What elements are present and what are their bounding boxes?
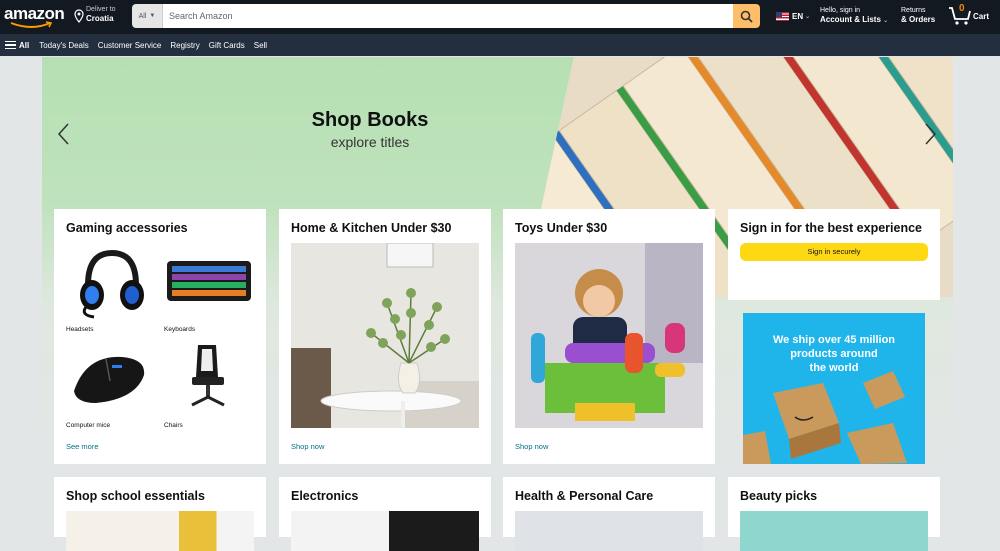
nav-todays-deals[interactable]: Today's Deals	[39, 41, 89, 50]
shipping-ad[interactable]: We ship over 45 million products around …	[743, 313, 925, 464]
card-title: Health & Personal Care	[515, 489, 654, 503]
carousel-next-icon[interactable]	[922, 122, 938, 146]
card-school-essentials: Shop school essentials	[54, 477, 266, 551]
tile-caption: Headsets	[66, 326, 94, 333]
returns-orders[interactable]: Returns & Orders	[901, 6, 935, 24]
search-category-select[interactable]: All ▼	[132, 4, 163, 28]
caret-down-icon: ⌄	[883, 18, 889, 24]
card-signin: Sign in for the best experience Sign in …	[728, 209, 940, 300]
deliver-country: Croatia	[86, 14, 114, 23]
tile-caption: Chairs	[164, 422, 183, 429]
tile-caption: Computer mice	[66, 422, 111, 429]
cart-label: Cart	[973, 12, 990, 21]
orders-label: & Orders	[901, 15, 936, 24]
language-selector[interactable]: EN ⌄	[776, 12, 810, 21]
card-beauty-picks: Beauty picks	[728, 477, 940, 551]
headset-image	[80, 249, 144, 319]
shop-now-link[interactable]: Shop now	[515, 442, 548, 451]
account-lists[interactable]: Hello, sign in Account & Lists ⌄	[820, 6, 888, 26]
hero-title: Shop Books	[311, 109, 429, 131]
location-pin-icon	[74, 9, 84, 23]
deliver-label: Deliver to	[86, 6, 116, 13]
tile-keyboards[interactable]: Keyboards	[164, 243, 254, 333]
card-gaming-accessories: Gaming accessories Headsets Keyboards Co…	[54, 209, 266, 464]
beauty-image[interactable]	[740, 511, 928, 551]
card-title: Toys Under $30	[515, 221, 608, 235]
tile-headsets[interactable]: Headsets	[66, 243, 156, 333]
card-title: Electronics	[291, 489, 359, 503]
carousel-prev-icon[interactable]	[56, 122, 72, 146]
health-image[interactable]	[515, 511, 703, 551]
card-electronics: Electronics	[279, 477, 491, 551]
card-title: Beauty picks	[740, 489, 818, 503]
account-label: Account & Lists ⌄	[820, 15, 888, 26]
tile-caption: Keyboards	[164, 326, 196, 333]
amazon-logo[interactable]: amazon	[4, 4, 65, 30]
card-title: Shop school essentials	[66, 489, 205, 503]
see-more-link[interactable]: See more	[66, 442, 99, 451]
card-title: Home & Kitchen Under $30	[291, 221, 452, 235]
account-greeting: Hello, sign in	[820, 7, 861, 14]
hamburger-icon	[5, 41, 16, 49]
mouse-image	[74, 356, 145, 403]
us-flag-icon	[776, 12, 789, 21]
tile-chairs[interactable]: Chairs	[164, 339, 254, 429]
shop-now-link[interactable]: Shop now	[291, 442, 324, 451]
tile-computer-mice[interactable]: Computer mice	[66, 339, 156, 429]
card-title: Sign in for the best experience	[740, 221, 922, 235]
boxes-illustration	[743, 371, 907, 464]
deliver-to[interactable]: Deliver to Croatia	[74, 5, 116, 23]
electronics-image[interactable]	[291, 511, 479, 551]
sub-nav: All Today's Deals Customer Service Regis…	[0, 34, 1000, 56]
language-label: EN	[792, 12, 804, 21]
hero-subtitle: explore titles	[330, 134, 410, 150]
account-label-text: Account & Lists	[820, 15, 881, 24]
returns-label: Returns	[901, 7, 926, 14]
nav-registry[interactable]: Registry	[170, 41, 199, 50]
smile-icon	[10, 21, 53, 28]
all-menu-label: All	[19, 40, 30, 50]
toys-image[interactable]	[515, 243, 703, 428]
all-menu-button[interactable]: All	[5, 41, 29, 50]
caret-down-icon: ⌄	[805, 14, 811, 20]
nav-gift-cards[interactable]: Gift Cards	[209, 41, 245, 50]
sign-in-button[interactable]: Sign in securely	[740, 243, 928, 261]
card-home-kitchen: Home & Kitchen Under $30 Shop now	[279, 209, 491, 464]
card-health-personal-care: Health & Personal Care	[503, 477, 715, 551]
cart-count: 0	[959, 3, 965, 14]
keyboard-image	[167, 261, 251, 301]
card-toys: Toys Under $30 Shop now	[503, 209, 715, 464]
search-category-label: All	[138, 12, 147, 20]
hero-text: Shop Books explore titles	[280, 109, 460, 150]
home-kitchen-image[interactable]	[291, 242, 479, 428]
search-input[interactable]	[163, 4, 733, 28]
top-header: amazon Deliver to Croatia All ▼ Search A…	[0, 0, 1000, 34]
search-button[interactable]	[733, 4, 760, 28]
chair-image	[191, 345, 225, 407]
nav-sell[interactable]: Sell	[254, 41, 267, 50]
cart[interactable]: 0 Cart	[948, 3, 990, 26]
caret-down-icon: ▼	[149, 13, 156, 19]
card-title: Gaming accessories	[66, 221, 188, 235]
search-bar: All ▼	[132, 4, 760, 28]
nav-customer-service[interactable]: Customer Service	[98, 41, 162, 50]
gaming-tiles: Headsets Keyboards Computer mice Chairs	[66, 243, 254, 429]
search-icon	[740, 10, 753, 23]
school-image[interactable]	[66, 511, 254, 551]
